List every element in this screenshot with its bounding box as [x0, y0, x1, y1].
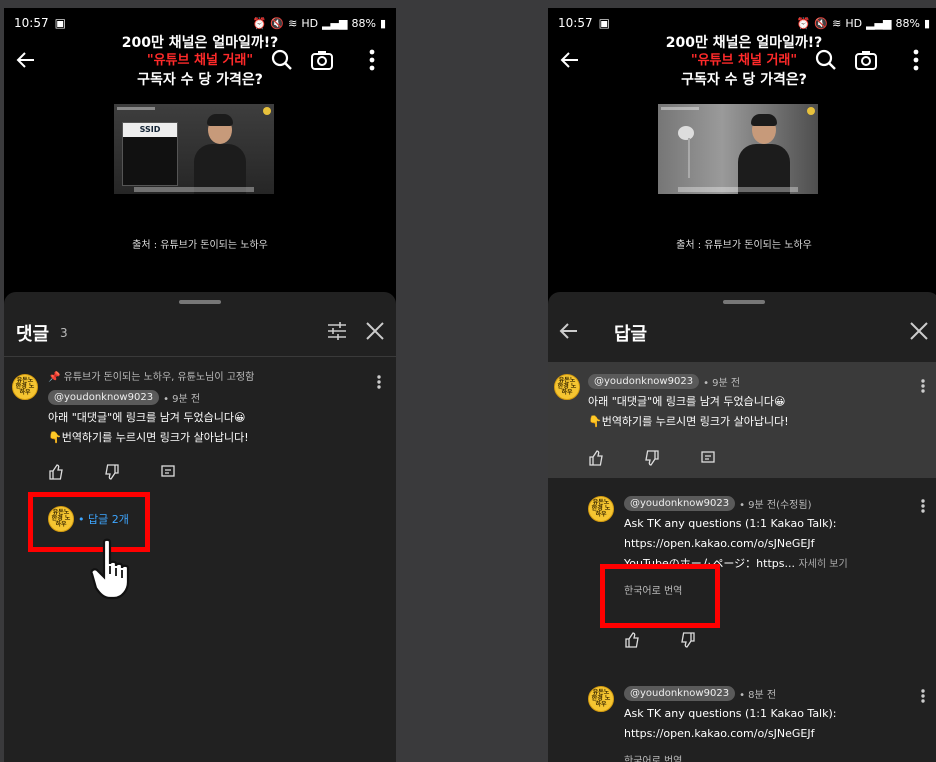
search-icon[interactable] — [812, 46, 840, 74]
more-vert-icon[interactable] — [902, 46, 930, 74]
phone-screen-left: 10:57 ▣ ⏰ 🔇 ≋ HD ▂▄▆ 88% ▮ 200만 채널은 얼마일까… — [4, 8, 396, 762]
replies-panel: 답글 유돈노 한경 노하우 @youdonknow9023 • 9분 전 아래 … — [548, 292, 936, 762]
close-icon[interactable] — [364, 320, 386, 346]
wifi-icon: ≋ — [288, 16, 298, 30]
reply-time: • 8분 전 — [739, 690, 777, 701]
filter-icon[interactable] — [326, 320, 348, 346]
thumbnail-badge-icon — [263, 107, 271, 115]
back-arrow-icon[interactable] — [556, 46, 584, 74]
reply-time: • 9분 전(수정됨) — [739, 500, 812, 511]
reply-link-text[interactable]: https://open.kakao.com/o/sJNeGEJf — [624, 724, 814, 743]
camera-icon[interactable] — [308, 46, 336, 74]
phone-screen-right: 10:57 ▣ ⏰ 🔇 ≋ HD ▂▄▆ 88% ▮ 200만 채널은 얼마일까… — [548, 8, 936, 762]
alarm-icon: ⏰ — [796, 16, 811, 30]
comment-author-handle[interactable]: @youdonknow9023 — [588, 374, 700, 389]
thumbnail-card-logo: SSID — [123, 123, 177, 137]
back-arrow-icon[interactable] — [558, 320, 580, 346]
reply-icon[interactable] — [700, 450, 716, 470]
battery-label: 88% — [895, 16, 920, 30]
video-source-caption: 출처 : 유튜브가 돈이되는 노하우 — [676, 240, 812, 251]
dislike-icon[interactable] — [644, 450, 660, 470]
comment-more-icon[interactable] — [376, 374, 382, 394]
video-thumbnail[interactable]: SSID — [114, 104, 274, 194]
back-arrow-icon[interactable] — [12, 46, 40, 74]
thumbnail-badge-icon — [807, 107, 815, 115]
highlight-box — [600, 564, 720, 628]
dislike-icon[interactable] — [104, 464, 120, 484]
battery-icon: ▮ — [923, 16, 930, 30]
comment-more-icon[interactable] — [920, 378, 926, 398]
drag-handle[interactable] — [723, 300, 765, 304]
reply-text-line1: Ask TK any questions (1:1 Kakao Talk): — [624, 517, 837, 530]
mute-icon: 🔇 — [270, 16, 285, 30]
status-time: 10:57 — [14, 16, 49, 30]
comment-time: • 9분 전 — [163, 394, 201, 405]
thumbnail-person — [192, 114, 248, 194]
screenshot-icon: ▣ — [54, 16, 66, 30]
avatar[interactable]: 유돈노 한경 노하우 — [588, 496, 614, 522]
search-icon[interactable] — [268, 46, 296, 74]
video-source-caption: 출처 : 유튜브가 돈이되는 노하우 — [132, 240, 268, 251]
comment-text-line1: 아래 "대댓글"에 링크를 남겨 두었습니다😀 — [48, 411, 246, 424]
comment-time: • 9분 전 — [703, 378, 741, 389]
dislike-icon[interactable] — [680, 632, 696, 652]
alarm-icon: ⏰ — [252, 16, 267, 30]
video-thumbnail[interactable] — [658, 104, 818, 194]
network-label: HD — [301, 16, 319, 30]
avatar[interactable]: 유돈노 한경 노하우 — [12, 374, 38, 400]
comments-title: 댓글 — [16, 324, 50, 345]
parent-comment: 유돈노 한경 노하우 @youdonknow9023 • 9분 전 아래 "대댓… — [548, 362, 936, 478]
reply-more-icon[interactable] — [920, 688, 926, 708]
pinned-label: 📌 유튜브가 돈이되는 노하우, 유튠노님이 고정함 — [48, 372, 255, 383]
thumbnail-person — [736, 114, 792, 194]
comment-text-line2: 👇번역하기를 누르시면 링크가 살아납니다! — [588, 415, 789, 428]
divider — [4, 356, 396, 357]
mute-icon: 🔇 — [814, 16, 829, 30]
comments-count: 3 — [60, 326, 68, 340]
drag-handle[interactable] — [179, 300, 221, 304]
replies-title: 답글 — [614, 324, 648, 345]
thumbnail-lamp — [678, 126, 694, 140]
see-more-link[interactable]: 자세히 보기 — [798, 559, 847, 570]
comment-text-line1: 아래 "대댓글"에 링크를 남겨 두었습니다😀 — [588, 395, 786, 408]
reply-author-handle[interactable]: @youdonknow9023 — [624, 496, 736, 511]
screenshot-icon: ▣ — [598, 16, 610, 30]
close-icon[interactable] — [908, 320, 930, 346]
battery-icon: ▮ — [379, 16, 386, 30]
battery-label: 88% — [351, 16, 376, 30]
avatar[interactable]: 유돈노 한경 노하우 — [554, 374, 580, 400]
avatar[interactable]: 유돈노 한경 노하우 — [588, 686, 614, 712]
thumbnail-card: SSID — [122, 122, 178, 186]
network-label: HD — [845, 16, 863, 30]
comment-author-handle[interactable]: @youdonknow9023 — [48, 390, 160, 405]
reply-link-text[interactable]: https://open.kakao.com/o/sJNeGEJf — [624, 534, 814, 553]
pointer-hand-icon — [90, 536, 142, 604]
like-icon[interactable] — [48, 464, 64, 484]
more-vert-icon[interactable] — [358, 46, 386, 74]
translate-link[interactable]: 한국어로 번역 — [624, 752, 682, 762]
signal-icon: ▂▄▆ — [322, 16, 348, 30]
like-icon[interactable] — [624, 632, 640, 652]
reply-author-handle[interactable]: @youdonknow9023 — [624, 686, 736, 701]
reply-more-icon[interactable] — [920, 498, 926, 518]
comment-text-line2: 👇번역하기를 누르시면 링크가 살아납니다! — [48, 431, 249, 444]
camera-icon[interactable] — [852, 46, 880, 74]
status-time: 10:57 — [558, 16, 593, 30]
like-icon[interactable] — [588, 450, 604, 470]
reply-icon[interactable] — [160, 464, 176, 484]
wifi-icon: ≋ — [832, 16, 842, 30]
signal-icon: ▂▄▆ — [866, 16, 892, 30]
reply-text-line1: Ask TK any questions (1:1 Kakao Talk): — [624, 707, 837, 720]
